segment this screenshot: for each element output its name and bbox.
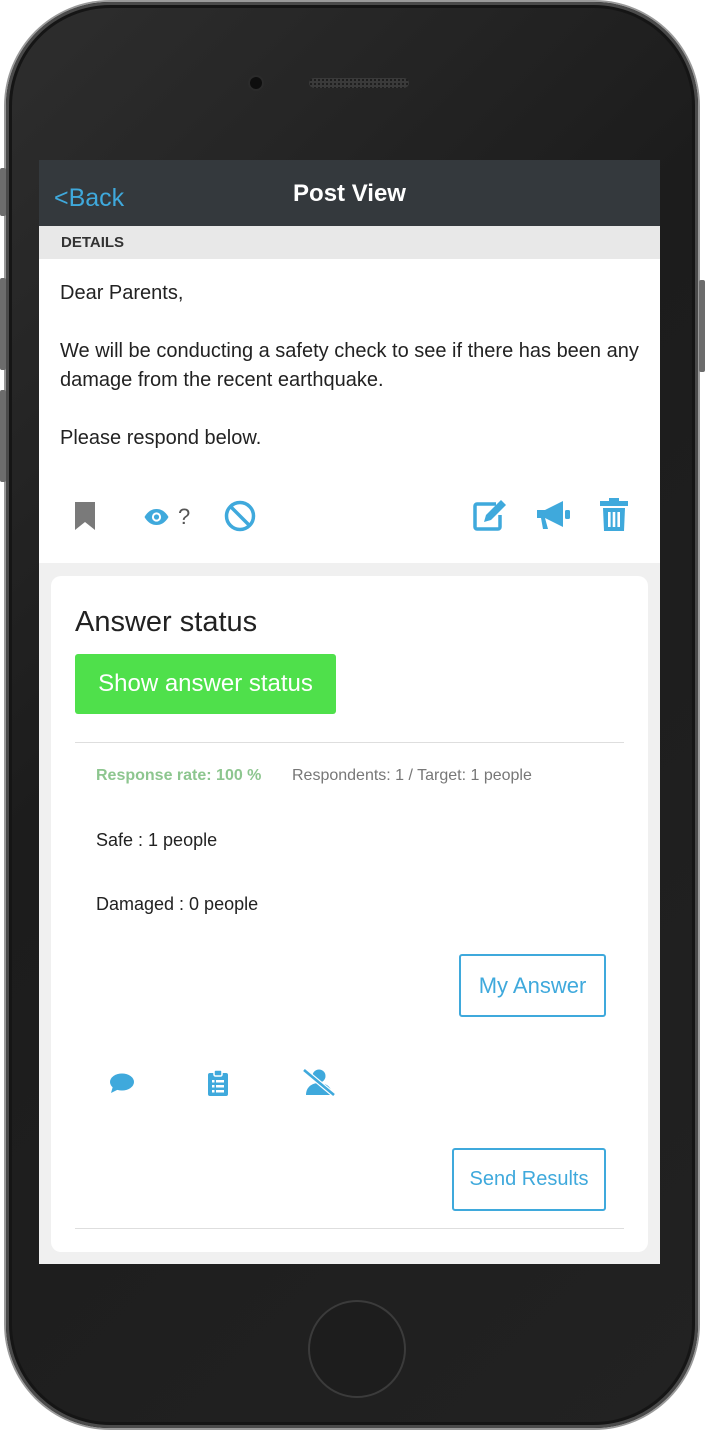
send-results-button[interactable]: Send Results <box>452 1148 606 1211</box>
camera <box>250 77 262 89</box>
page-title: Post View <box>293 180 406 207</box>
post-paragraph-closing: Please respond below. <box>60 427 262 449</box>
show-answer-status-button[interactable]: Show answer status <box>75 654 336 714</box>
post-paragraph-body: We will be conducting a safety check to … <box>60 340 639 391</box>
bookmark-icon[interactable] <box>74 502 96 530</box>
home-button[interactable] <box>308 1300 406 1398</box>
read-count: ? <box>178 504 191 529</box>
comment-icon[interactable] <box>110 1073 134 1093</box>
power-button <box>699 280 705 372</box>
answer-status-title: Answer status <box>75 606 258 638</box>
nav-bar: <Back Post View <box>39 160 660 226</box>
damaged-count: Damaged : 0 people <box>96 894 259 914</box>
clipboard-icon[interactable] <box>208 1070 228 1096</box>
volume-up-button <box>0 278 6 370</box>
megaphone-icon[interactable] <box>535 499 571 531</box>
details-label: DETAILS <box>61 234 125 251</box>
divider <box>75 1228 624 1229</box>
response-rate: Response rate: 100 % <box>96 767 262 784</box>
answer-status-card: Answer status Show answer status Respons… <box>51 576 648 1252</box>
post-body: Dear Parents, We will be conducting a sa… <box>39 259 660 563</box>
respondents-count: Respondents: 1 / Target: 1 people <box>292 767 532 784</box>
user-slash-icon[interactable] <box>302 1068 336 1096</box>
safe-count: Safe : 1 people <box>96 830 218 850</box>
my-answer-button[interactable]: My Answer <box>459 954 606 1017</box>
post-paragraph-greeting: Dear Parents, <box>60 282 184 304</box>
mute-switch <box>0 168 6 216</box>
app-screen: <Back Post View DETAILS Dear Parents, We… <box>39 160 660 1264</box>
block-icon[interactable] <box>224 500 256 532</box>
trash-icon[interactable] <box>600 498 628 532</box>
divider <box>75 742 624 743</box>
volume-down-button <box>0 390 6 482</box>
post-message: Dear Parents, We will be conducting a sa… <box>60 279 655 482</box>
eye-icon[interactable] <box>144 509 169 525</box>
edit-icon[interactable] <box>472 498 508 532</box>
speaker <box>309 78 409 88</box>
details-section-header: DETAILS <box>39 226 660 259</box>
